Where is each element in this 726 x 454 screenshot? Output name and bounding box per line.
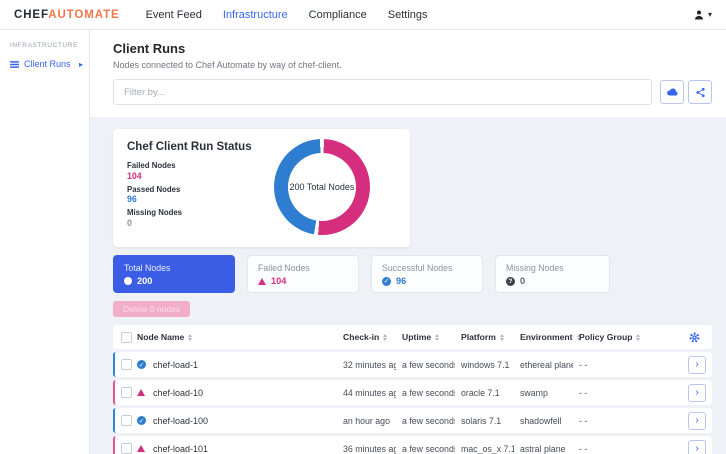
sort-icon (188, 334, 192, 341)
node-name-link[interactable]: chef-load-101 (153, 444, 337, 454)
share-icon (695, 87, 706, 98)
sidebar-item-client-runs[interactable]: Client Runs ▸ (0, 56, 89, 72)
app-body: INFRASTRUCTURE Client Runs ▸ Client Runs… (0, 30, 726, 454)
client-run-status-card: Chef Client Run Status Failed Nodes 104 … (113, 129, 410, 247)
check-circle-icon: ✓ (137, 360, 146, 369)
row-checkbox[interactable] (121, 387, 132, 398)
sort-icon (383, 334, 387, 341)
row-expand-button[interactable]: › (688, 440, 706, 454)
check-circle-icon: ✓ (137, 416, 146, 425)
person-icon (693, 9, 705, 21)
check-circle-icon: ✓ (382, 277, 391, 286)
column-header-policy-group[interactable]: Policy Group (573, 332, 644, 342)
select-all-checkbox[interactable] (121, 332, 132, 343)
table-row: chef-load-10 44 minutes ago a few second… (113, 380, 712, 405)
page-subtitle: Nodes connected to Chef Automate by way … (113, 60, 712, 70)
node-name-link[interactable]: chef-load-10 (153, 388, 337, 398)
donut-center: 200 Total Nodes (288, 153, 356, 221)
chevron-right-icon: › (695, 444, 698, 454)
row-expand-button[interactable]: › (688, 412, 706, 430)
column-header-platform[interactable]: Platform (455, 332, 514, 342)
column-header-check-in[interactable]: Check-in (337, 332, 396, 342)
main-content: Client Runs Nodes connected to Chef Auto… (90, 30, 726, 454)
chevron-right-icon: › (695, 388, 698, 398)
column-header-environment[interactable]: Environment (514, 332, 573, 342)
chevron-right-icon: › (695, 360, 698, 370)
user-menu[interactable]: ▾ (693, 9, 712, 21)
alert-triangle-icon (137, 445, 145, 452)
filter-card-failed-nodes[interactable]: Failed Nodes 104 (247, 255, 359, 293)
sidebar: INFRASTRUCTURE Client Runs ▸ (0, 30, 90, 454)
nodes-table: Node Name Check-in Uptime Platform (113, 325, 712, 454)
page-header: Client Runs Nodes connected to Chef Auto… (90, 30, 726, 117)
main-nav: Event Feed Infrastructure Compliance Set… (146, 9, 693, 21)
row-checkbox[interactable] (121, 359, 132, 370)
filter-bar (113, 79, 712, 105)
filter-card-missing-nodes[interactable]: Missing Nodes ?0 (495, 255, 610, 293)
gear-icon (689, 332, 700, 343)
chevron-right-icon: › (695, 416, 698, 426)
legend-item-passed: Passed Nodes 96 (127, 186, 255, 206)
alert-triangle-icon (137, 389, 145, 396)
sort-icon (636, 334, 640, 341)
chef-automate-logo[interactable]: CHEFAUTOMATE (14, 9, 120, 21)
chart-legend-panel: Chef Client Run Status Failed Nodes 104 … (127, 141, 255, 235)
legend-item-missing: Missing Nodes 0 (127, 209, 255, 229)
donut-chart: 200 Total Nodes (274, 139, 370, 235)
filter-input[interactable] (113, 79, 652, 105)
row-expand-button[interactable]: › (688, 384, 706, 402)
row-expand-button[interactable]: › (688, 356, 706, 374)
table-row: ✓ chef-load-1 32 minutes ago a few secon… (113, 352, 712, 377)
filter-card-total-nodes[interactable]: Total Nodes 200 (113, 255, 235, 293)
content-area: Chef Client Run Status Failed Nodes 104 … (90, 117, 726, 454)
chart-legend: Failed Nodes 104 Passed Nodes 96 Missing… (127, 162, 255, 229)
row-checkbox[interactable] (121, 415, 132, 426)
nav-event-feed[interactable]: Event Feed (146, 9, 202, 21)
question-circle-icon: ? (506, 277, 515, 286)
sort-icon (435, 334, 439, 341)
row-checkbox[interactable] (121, 443, 132, 454)
table-row: ✓ chef-load-100 an hour ago a few second… (113, 408, 712, 433)
page-title: Client Runs (113, 41, 712, 56)
download-button[interactable] (660, 80, 684, 104)
legend-item-failed: Failed Nodes 104 (127, 162, 255, 182)
logo-automate-text: AUTOMATE (48, 9, 119, 21)
node-name-link[interactable]: chef-load-100 (153, 416, 337, 426)
nav-settings[interactable]: Settings (388, 9, 428, 21)
nav-compliance[interactable]: Compliance (309, 9, 367, 21)
sort-icon (500, 334, 504, 341)
list-icon (10, 60, 19, 69)
cloud-download-icon (666, 86, 678, 98)
status-filter-cards: Total Nodes 200 Failed Nodes 104 Success… (113, 255, 712, 293)
alert-triangle-icon (258, 278, 266, 285)
filter-card-successful-nodes[interactable]: Successful Nodes ✓96 (371, 255, 483, 293)
chef-automate-app: CHEFAUTOMATE Event Feed Infrastructure C… (0, 0, 726, 454)
table-settings-button[interactable] (689, 332, 712, 343)
circle-icon (124, 277, 132, 285)
top-navbar: CHEFAUTOMATE Event Feed Infrastructure C… (0, 0, 726, 30)
share-button[interactable] (688, 80, 712, 104)
delete-nodes-button[interactable]: Delete 0 nodes (113, 301, 190, 317)
table-row: chef-load-101 36 minutes ago a few secon… (113, 436, 712, 454)
sidebar-item-label: Client Runs (24, 59, 74, 69)
logo-chef-text: CHEF (14, 9, 48, 21)
donut-center-label: 200 Total Nodes (290, 182, 355, 192)
chart-title: Chef Client Run Status (127, 141, 255, 153)
column-header-uptime[interactable]: Uptime (396, 332, 455, 342)
table-header-row: Node Name Check-in Uptime Platform (113, 325, 712, 349)
chevron-down-icon: ▾ (708, 10, 712, 19)
nav-infrastructure[interactable]: Infrastructure (223, 9, 288, 21)
chevron-right-icon: ▸ (79, 60, 83, 69)
column-header-node-name[interactable]: Node Name (137, 332, 337, 342)
sidebar-section-label: INFRASTRUCTURE (0, 42, 89, 56)
node-name-link[interactable]: chef-load-1 (153, 360, 337, 370)
